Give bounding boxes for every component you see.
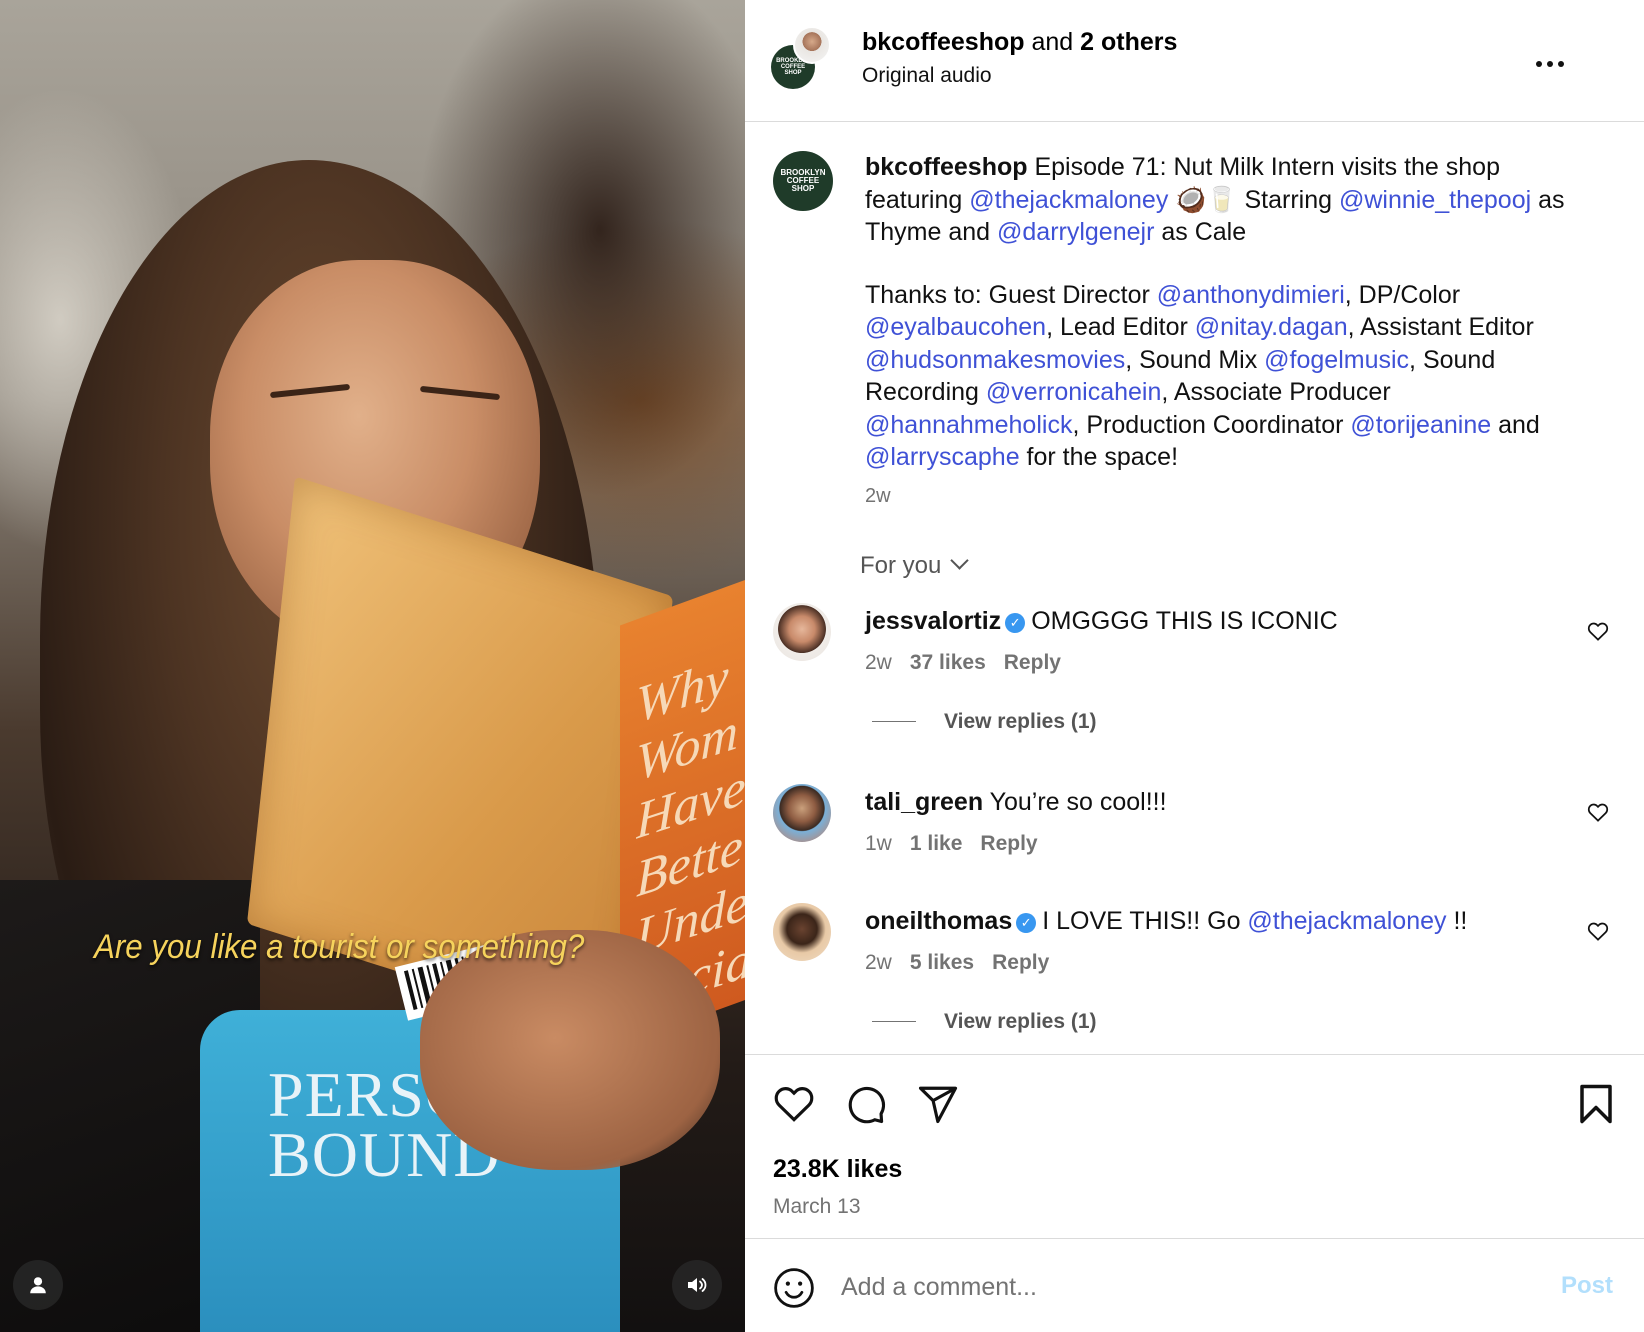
avatar[interactable]: [773, 603, 831, 661]
comment-likes[interactable]: 37 likes: [910, 651, 986, 674]
view-replies-button[interactable]: View replies (1): [872, 710, 1097, 734]
comment-composer: Post: [745, 1238, 1644, 1332]
comment-time: 2w: [865, 951, 892, 974]
verified-icon: ✓: [1016, 913, 1037, 933]
comment-username[interactable]: tali_green: [865, 788, 983, 816]
comment-time: 1w: [865, 832, 892, 855]
action-bar: 23.8K likes March 13: [745, 1054, 1644, 1239]
sort-label: For you: [860, 552, 942, 579]
comment-sort-dropdown[interactable]: For you: [860, 551, 970, 580]
caption-author-avatar[interactable]: BROOKLYN COFFEE SHOP: [773, 151, 833, 211]
more-options-button[interactable]: [1535, 42, 1565, 76]
and-text: and: [1031, 28, 1074, 56]
likes-count[interactable]: 23.8K likes: [773, 1155, 902, 1184]
collab-title[interactable]: bkcoffeeshop and 2 others: [862, 28, 1177, 57]
mention-link[interactable]: @thejackmaloney: [969, 186, 1168, 214]
verified-icon: ✓: [1005, 613, 1026, 633]
mention-link[interactable]: @hudsonmakesmovies: [865, 346, 1125, 374]
mention-link[interactable]: @fogelmusic: [1264, 346, 1409, 374]
like-comment-heart-icon[interactable]: [1587, 921, 1609, 941]
avatar[interactable]: [773, 903, 831, 961]
mention-link[interactable]: @verronicahein: [986, 378, 1161, 406]
reply-button[interactable]: Reply: [1004, 651, 1061, 674]
heart-icon[interactable]: [773, 1083, 815, 1123]
user-icon: [30, 1277, 46, 1294]
post-header: BROOKLYN COFFEE SHOP bkcoffeeshop and 2 ot…: [745, 0, 1644, 122]
collaborator-avatar[interactable]: [793, 26, 831, 64]
caption-timestamp: 2w: [865, 485, 891, 507]
mention-link[interactable]: @thejackmaloney: [1247, 907, 1446, 935]
view-replies-button[interactable]: View replies (1): [872, 1010, 1097, 1034]
emoji-icon[interactable]: [773, 1267, 815, 1309]
post-caption: bkcoffeeshop Episode 71: Nut Milk Intern…: [865, 153, 1565, 471]
chevron-down-icon: [950, 551, 970, 570]
comment-text: You’re so cool!!!: [989, 788, 1167, 816]
mention-link[interactable]: @anthonydimieri: [1157, 281, 1345, 309]
mention-link[interactable]: @darrylgenejr: [997, 218, 1154, 246]
mute-button[interactable]: [672, 1260, 722, 1310]
video-subtitle: Are you like a tourist or something?: [94, 928, 585, 966]
comment-input[interactable]: [841, 1267, 1481, 1307]
others-link[interactable]: 2 others: [1080, 28, 1177, 56]
mention-link[interactable]: @torijeanine: [1350, 411, 1491, 439]
caption-username[interactable]: bkcoffeeshop: [865, 153, 1028, 181]
comment-icon[interactable]: [845, 1083, 887, 1125]
audio-link[interactable]: Original audio: [862, 64, 992, 88]
like-comment-heart-icon[interactable]: [1587, 802, 1609, 822]
mention-link[interactable]: @hannahmeholick: [865, 411, 1072, 439]
comment-username[interactable]: oneilthomas: [865, 907, 1012, 935]
reply-button[interactable]: Reply: [980, 832, 1037, 855]
bookmark-icon[interactable]: [1577, 1083, 1615, 1125]
author-username[interactable]: bkcoffeeshop: [862, 28, 1025, 56]
post-panel: BROOKLYN COFFEE SHOP bkcoffeeshop and 2 ot…: [745, 0, 1644, 1332]
tagged-user-button[interactable]: [13, 1260, 63, 1310]
more-icon: [1536, 61, 1564, 67]
comment-text: I LOVE THIS!! Go: [1042, 907, 1248, 935]
mention-link[interactable]: @winnie_thepooj: [1339, 186, 1531, 214]
avatar[interactable]: [773, 784, 831, 842]
comment-likes[interactable]: 5 likes: [910, 951, 974, 974]
comment-username[interactable]: jessvalortiz: [865, 607, 1001, 635]
mention-link[interactable]: @nitay.dagan: [1195, 313, 1348, 341]
share-icon[interactable]: [917, 1083, 959, 1125]
reel-video[interactable]: PERSON BOUND Why Wom Have Better Under S…: [0, 0, 745, 1332]
comment-likes[interactable]: 1 like: [910, 832, 963, 855]
comment-time: 2w: [865, 651, 892, 674]
post-date: March 13: [773, 1195, 861, 1218]
comments-scroll-area[interactable]: BROOKLYN COFFEE SHOP bkcoffeeshop Episode …: [745, 123, 1644, 1053]
comment-text: OMGGGG THIS IS ICONIC: [1031, 607, 1338, 635]
mention-link[interactable]: @eyalbaucohen: [865, 313, 1046, 341]
post-comment-button[interactable]: Post: [1561, 1272, 1613, 1300]
volume-icon: [688, 1278, 707, 1292]
reply-button[interactable]: Reply: [992, 951, 1049, 974]
like-comment-heart-icon[interactable]: [1587, 621, 1609, 641]
mention-link[interactable]: @larryscaphe: [865, 443, 1020, 471]
